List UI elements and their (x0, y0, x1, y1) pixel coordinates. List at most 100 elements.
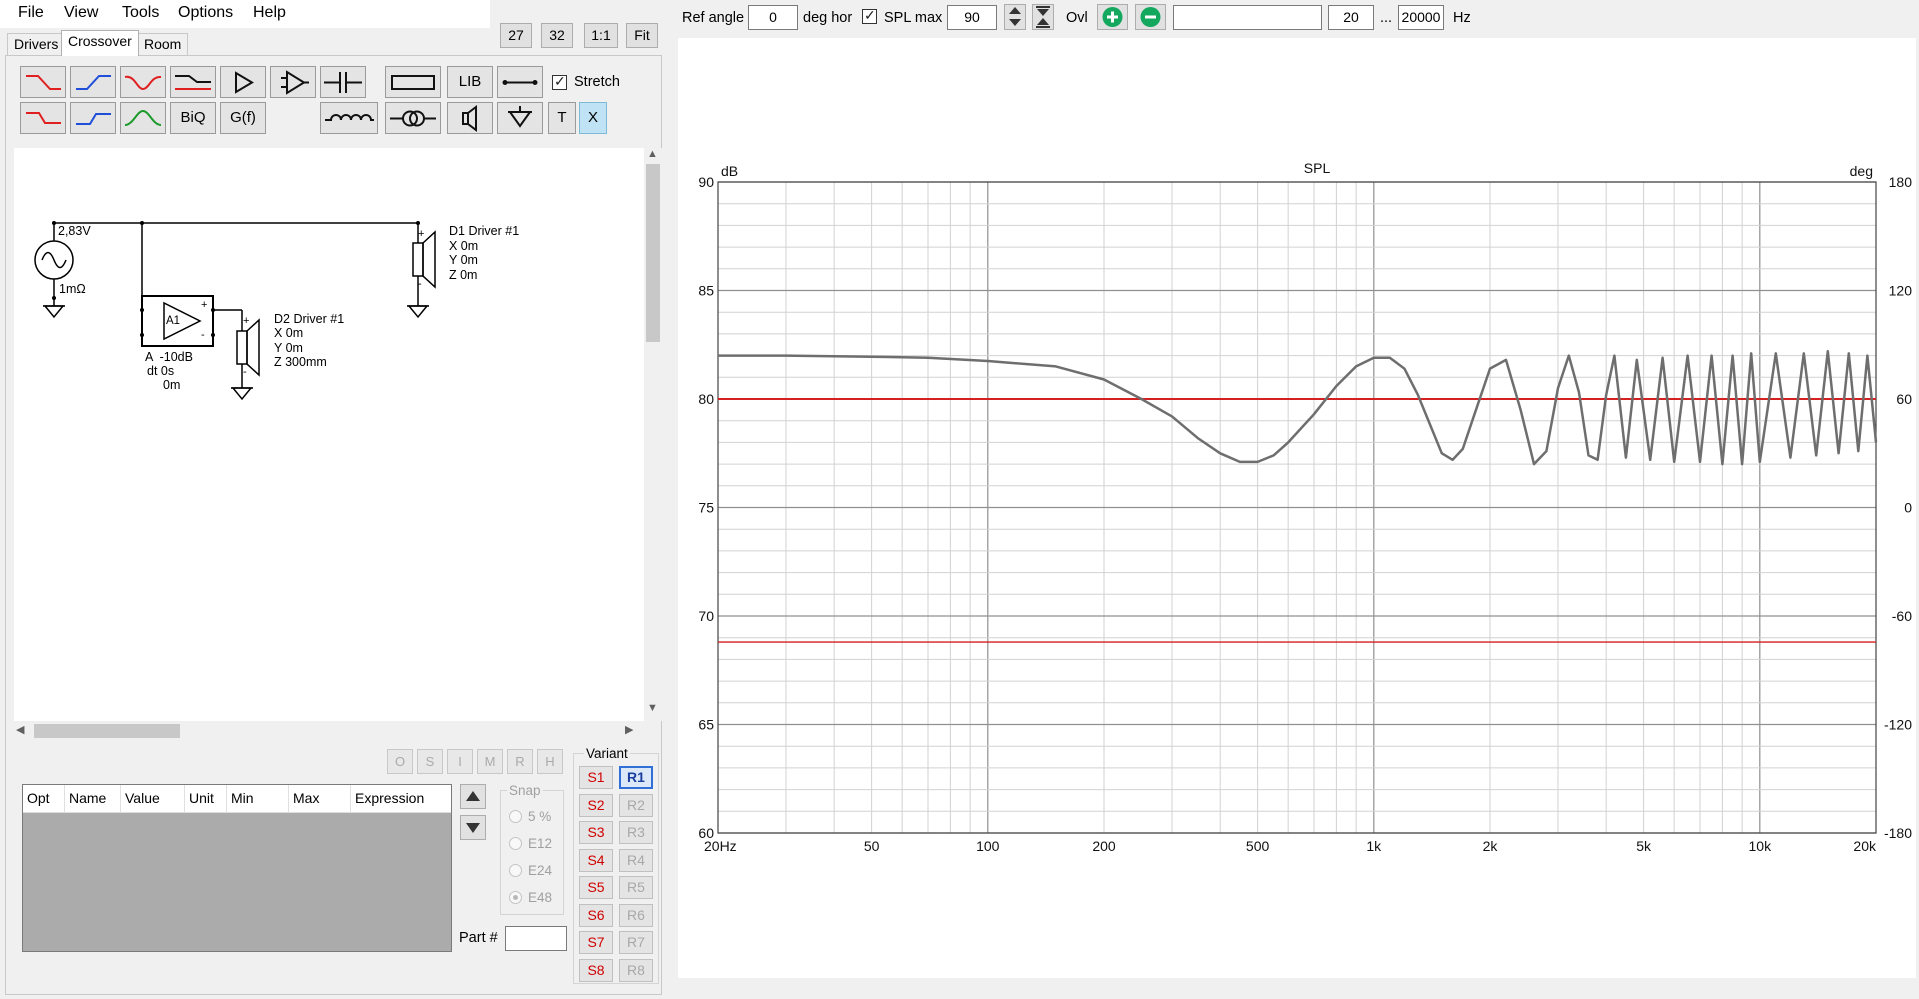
x-tick-label: 500 (1246, 838, 1270, 854)
stretch-checkbox[interactable] (552, 73, 567, 90)
y2-tick-label: 180 (1889, 174, 1913, 190)
spl-max-auto-button[interactable] (1032, 4, 1054, 30)
lowpass-icon (26, 112, 61, 124)
opamp-icon (281, 70, 309, 95)
schematic-wiring (34, 221, 436, 401)
variant-r7-button[interactable]: R7 (619, 931, 653, 954)
lowpass2-red-button[interactable] (20, 102, 66, 134)
highpass2-blue-button[interactable] (70, 102, 116, 134)
freq-min-input[interactable]: 20 (1328, 5, 1374, 30)
lowpass-red-button[interactable] (20, 66, 66, 98)
col-unit[interactable]: Unit (185, 785, 227, 813)
schematic-canvas[interactable]: 2,83V 1mΩ A1 + - A -10dB dt 0s 0m + - D1… (14, 148, 644, 721)
bandpass-green-button[interactable] (120, 102, 166, 134)
opamp-button[interactable] (270, 66, 316, 98)
variant-s7-button[interactable]: S7 (579, 931, 613, 954)
tab-crossover[interactable]: Crossover (61, 30, 139, 56)
variant-r8-button[interactable]: R8 (619, 959, 653, 982)
col-expression[interactable]: Expression (351, 785, 451, 813)
overlay-name-input[interactable] (1173, 5, 1322, 30)
variant-s3-button[interactable]: S3 (579, 821, 613, 844)
variant-r4-button[interactable]: R4 (619, 849, 653, 872)
ref-angle-input[interactable]: 0 (748, 5, 798, 30)
spl-max-checkbox[interactable] (862, 7, 877, 24)
menu-options[interactable]: Options (178, 4, 233, 22)
snap-option-5pct[interactable]: 5 % (509, 809, 551, 824)
state-s-button[interactable]: S (417, 749, 443, 774)
d1-plus: + (418, 228, 425, 240)
source-voltage: 2,83V (58, 224, 91, 238)
freq-max-input[interactable]: 20000 (1398, 5, 1444, 30)
ground-button[interactable] (497, 102, 543, 134)
transfer-function-button[interactable]: G(f) (220, 102, 266, 134)
state-h-button[interactable]: H (537, 749, 563, 774)
library-button[interactable]: LIB (447, 66, 493, 98)
variant-s6-button[interactable]: S6 (579, 904, 613, 927)
variant-r6-button[interactable]: R6 (619, 904, 653, 927)
tab-drivers[interactable]: Drivers (7, 33, 66, 55)
transformer-button[interactable] (385, 102, 441, 134)
shelf-button[interactable] (170, 66, 216, 98)
spl-chart-panel[interactable]: 20Hz 50 100 200 500 1k 2k 5k 10k 20k 60 65 70 75 80 85 9… (678, 38, 1916, 978)
snap-option-e24[interactable]: E24 (509, 863, 552, 878)
buffer-button[interactable] (220, 66, 266, 98)
col-max[interactable]: Max (289, 785, 351, 813)
scroll-up-icon[interactable]: ▲ (647, 148, 658, 160)
menu-help[interactable]: Help (253, 4, 286, 22)
part-number-input[interactable] (505, 926, 567, 951)
variant-r2-button[interactable]: R2 (619, 794, 653, 817)
scroll-right-icon[interactable]: ▶ (625, 723, 633, 736)
notch-red-button[interactable] (120, 66, 166, 98)
variant-r3-button[interactable]: R3 (619, 821, 653, 844)
zoom-32-button[interactable]: 32 (541, 23, 573, 48)
snap-option-e48[interactable]: E48 (509, 890, 552, 905)
move-up-button[interactable] (460, 784, 486, 809)
text-tool-button[interactable]: T (548, 102, 576, 134)
snap-option-e12[interactable]: E12 (509, 836, 552, 851)
add-overlay-button[interactable] (1097, 4, 1128, 30)
state-i-button[interactable]: I (447, 749, 473, 774)
menu-tools[interactable]: Tools (122, 4, 159, 22)
spl-max-input[interactable]: 90 (947, 5, 997, 30)
resistor-button[interactable] (385, 66, 441, 98)
state-m-button[interactable]: M (477, 749, 503, 774)
biquad-button[interactable]: BiQ (170, 102, 216, 134)
highpass-blue-button[interactable] (70, 66, 116, 98)
cross-tool-button[interactable]: X (579, 102, 607, 134)
menu-view[interactable]: View (64, 4, 98, 22)
variant-s5-button[interactable]: S5 (579, 876, 613, 899)
col-value[interactable]: Value (121, 785, 185, 813)
state-o-button[interactable]: O (387, 749, 413, 774)
inductor-button[interactable] (320, 102, 378, 134)
wire-icon (502, 80, 538, 85)
menu-file[interactable]: File (18, 4, 44, 22)
variant-r1-button[interactable]: R1 (619, 766, 653, 789)
scroll-left-icon[interactable]: ◀ (16, 723, 24, 736)
wire-button[interactable] (497, 66, 543, 98)
variant-s4-button[interactable]: S4 (579, 849, 613, 872)
capacitor-button[interactable] (320, 66, 366, 98)
driver-button[interactable] (447, 102, 493, 134)
variant-s1-button[interactable]: S1 (579, 766, 613, 789)
zoom-fit-button[interactable]: Fit (626, 23, 658, 48)
schematic-vertical-scrollbar[interactable]: ▲ ▼ (644, 148, 662, 721)
schematic-horizontal-scrollbar[interactable]: ◀ ▶ (14, 721, 644, 741)
variant-s8-button[interactable]: S8 (579, 959, 613, 982)
state-r-button[interactable]: R (507, 749, 533, 774)
move-down-button[interactable] (460, 815, 486, 840)
parameter-table[interactable]: Opt Name Value Unit Min Max Expression (22, 784, 452, 952)
zoom-27-button[interactable]: 27 (500, 23, 532, 48)
col-opt[interactable]: Opt (23, 785, 65, 813)
stretch-label: Stretch (574, 74, 620, 90)
variant-s2-button[interactable]: S2 (579, 794, 613, 817)
variant-r5-button[interactable]: R5 (619, 876, 653, 899)
spl-max-spinner[interactable] (1004, 4, 1026, 30)
horizontal-scroll-thumb[interactable] (34, 724, 180, 738)
vertical-scroll-thumb[interactable] (646, 164, 660, 342)
col-min[interactable]: Min (227, 785, 289, 813)
col-name[interactable]: Name (65, 785, 121, 813)
zoom-1-1-button[interactable]: 1:1 (584, 23, 618, 48)
scroll-down-icon[interactable]: ▼ (647, 702, 658, 714)
remove-overlay-button[interactable] (1135, 4, 1166, 30)
tab-room[interactable]: Room (137, 33, 189, 55)
